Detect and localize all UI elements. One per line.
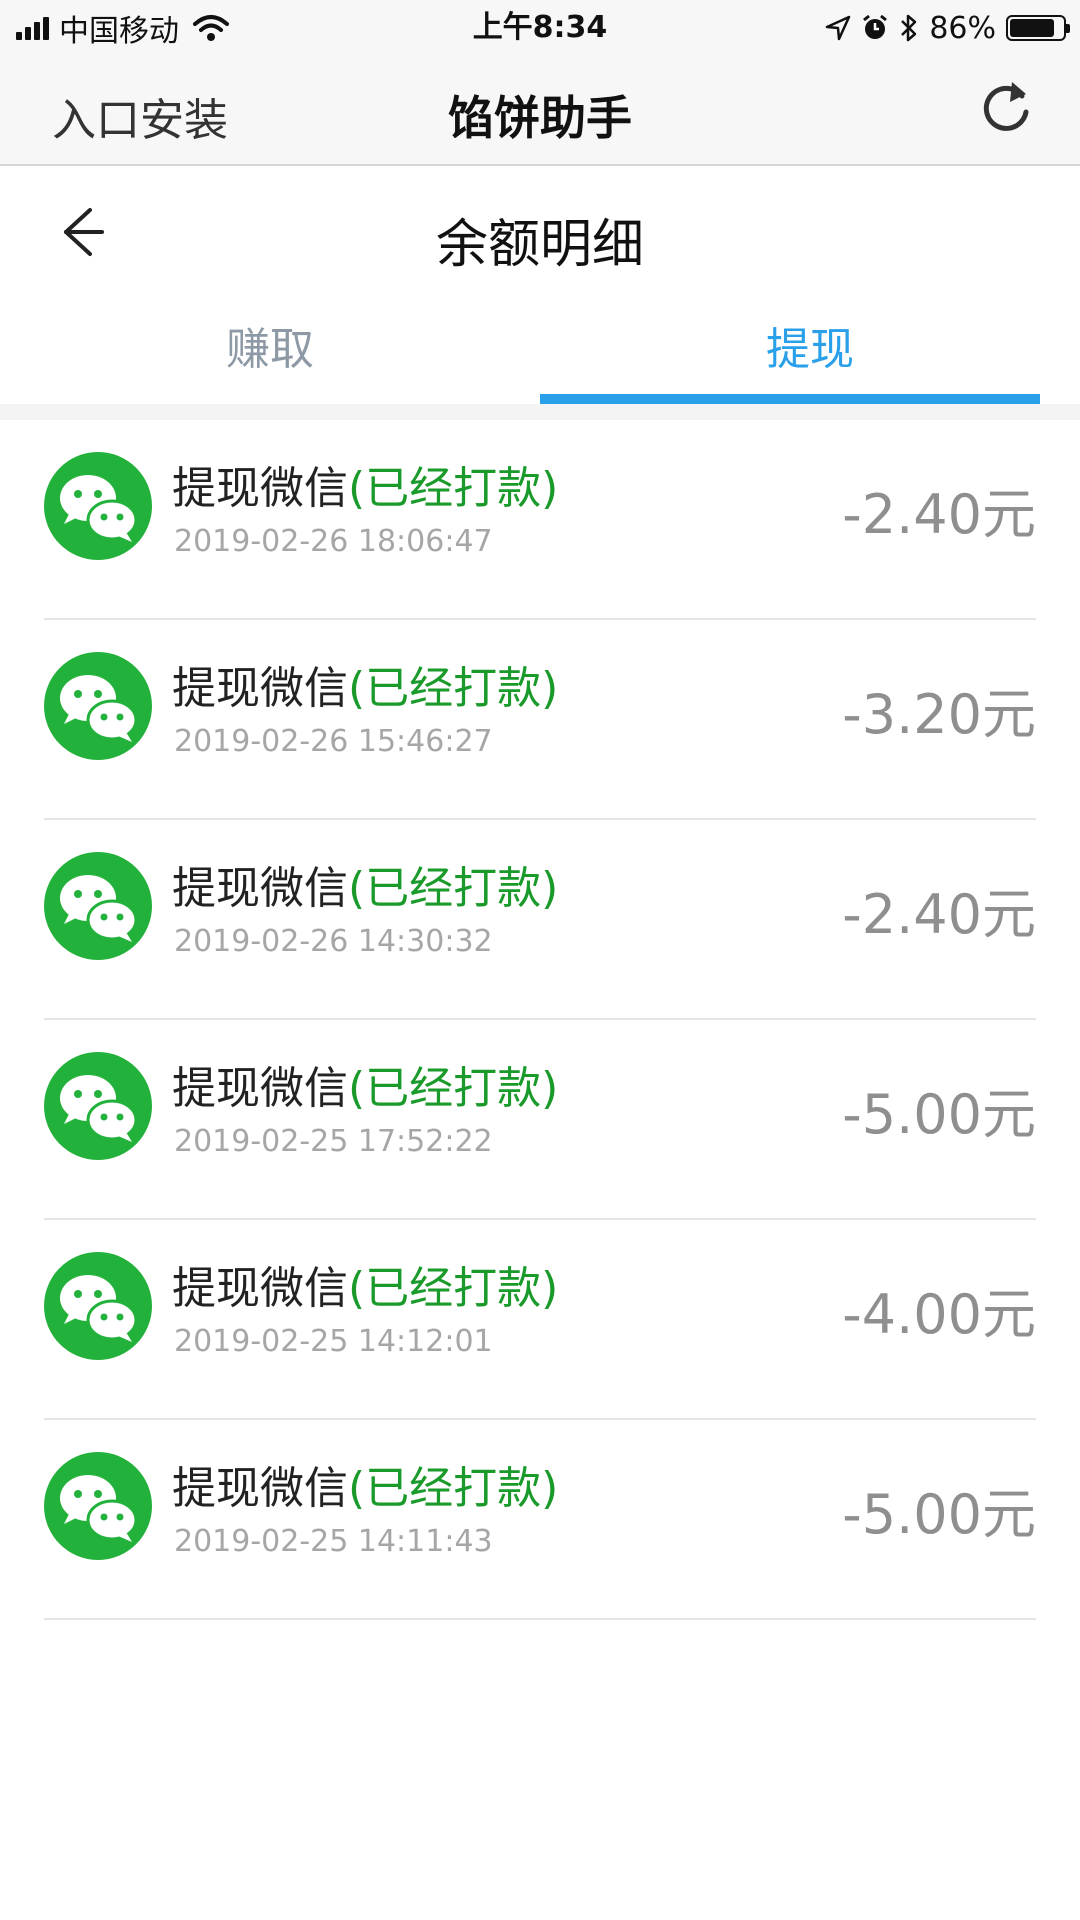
refresh-icon[interactable]: [974, 76, 1038, 140]
record-status: (已经打款): [348, 1463, 559, 1514]
record-time: 2019-02-26 18:06:47: [174, 524, 493, 559]
list-item[interactable]: 提现微信(已经打款) 2019-02-26 18:06:47 -2.40元: [44, 420, 1036, 620]
alarm-icon: [863, 14, 888, 39]
record-title: 提现微信(已经打款): [172, 652, 558, 716]
wechat-icon: [44, 852, 152, 960]
wechat-icon: [44, 452, 152, 560]
list-item[interactable]: 提现微信(已经打款) 2019-02-25 17:52:22 -5.00元: [44, 1020, 1036, 1220]
record-amount: -5.00元: [842, 1083, 1036, 1146]
list-item[interactable]: 提现微信(已经打款) 2019-02-26 14:30:32 -2.40元: [44, 820, 1036, 1020]
record-amount: -4.00元: [842, 1283, 1036, 1346]
battery-icon: [1006, 15, 1070, 41]
record-status: (已经打款): [348, 1063, 559, 1114]
page-title: 余额明细: [435, 215, 644, 275]
record-amount: -5.00元: [842, 1483, 1036, 1546]
wechat-icon: [44, 1452, 152, 1560]
record-time: 2019-02-25 14:11:43: [174, 1524, 493, 1559]
record-title: 提现微信(已经打款): [172, 1452, 558, 1516]
record-status: (已经打款): [348, 1263, 559, 1314]
record-type: 提现微信: [172, 1463, 348, 1514]
active-tab-indicator: [540, 394, 1040, 404]
record-title: 提现微信(已经打款): [172, 852, 558, 916]
record-title: 提现微信(已经打款): [172, 1052, 558, 1116]
status-bar: 中国移动 上午8:34 86%: [0, 0, 1080, 54]
record-amount: -2.40元: [842, 883, 1036, 946]
tab-withdraw[interactable]: 提现: [540, 300, 1080, 404]
tab-bar: 赚取 提现: [0, 300, 1080, 404]
record-amount: -2.40元: [842, 483, 1036, 546]
list-item[interactable]: 提现微信(已经打款) 2019-02-25 14:12:01 -4.00元: [44, 1220, 1036, 1420]
list-item[interactable]: 提现微信(已经打款) 2019-02-26 15:46:27 -3.20元: [44, 620, 1036, 820]
record-time: 2019-02-26 14:30:32: [174, 924, 493, 959]
record-status: (已经打款): [348, 863, 559, 914]
record-time: 2019-02-26 15:46:27: [174, 724, 493, 759]
record-type: 提现微信: [172, 1063, 348, 1114]
withdrawal-record-list: 提现微信(已经打款) 2019-02-26 18:06:47 -2.40元 提现…: [0, 420, 1080, 1620]
status-right: 86%: [825, 8, 1070, 48]
location-arrow-icon: [826, 15, 851, 41]
nav-bar: 入口安装 馅饼助手: [0, 54, 1080, 166]
wechat-icon: [44, 652, 152, 760]
record-type: 提现微信: [172, 863, 348, 914]
wechat-icon: [44, 1252, 152, 1360]
record-type: 提现微信: [172, 463, 348, 514]
record-time: 2019-02-25 14:12:01: [174, 1324, 493, 1359]
app-title: 馅饼助手: [448, 91, 632, 145]
wechat-icon: [44, 1052, 152, 1160]
record-title: 提现微信(已经打款): [172, 452, 558, 516]
record-type: 提现微信: [172, 1263, 348, 1314]
bluetooth-icon: [901, 14, 917, 42]
record-time: 2019-02-25 17:52:22: [174, 1124, 493, 1159]
battery-fill: [1010, 19, 1055, 37]
section-divider: [0, 404, 1080, 420]
record-title: 提现微信(已经打款): [172, 1252, 558, 1316]
record-amount: -3.20元: [842, 683, 1036, 746]
list-item[interactable]: 提现微信(已经打款) 2019-02-25 14:11:43 -5.00元: [44, 1420, 1036, 1620]
tab-earn[interactable]: 赚取: [0, 300, 540, 404]
battery-percent: 86%: [929, 10, 996, 46]
record-status: (已经打款): [348, 463, 559, 514]
record-type: 提现微信: [172, 663, 348, 714]
record-status: (已经打款): [348, 663, 559, 714]
